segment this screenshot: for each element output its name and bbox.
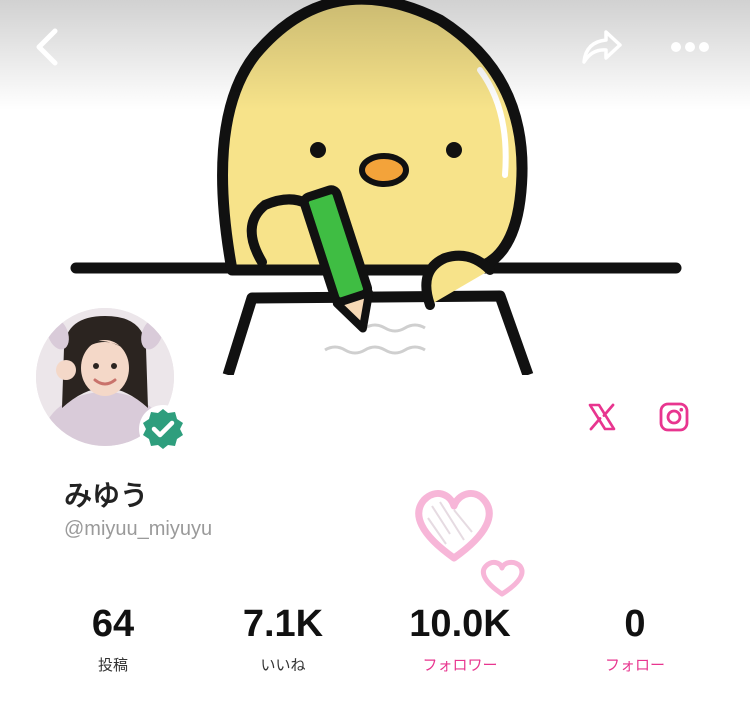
- user-handle: @miyuu_miyuyu: [64, 518, 213, 540]
- verified-badge: [138, 404, 188, 454]
- stat-value: 7.1K: [242, 603, 324, 645]
- x-link-button[interactable]: [577, 392, 627, 442]
- stat-label: いいね: [260, 656, 306, 674]
- hearts-sticker-icon: [415, 489, 525, 597]
- verified-check-icon: [139, 405, 187, 453]
- stat-followers[interactable]: 10.0K フォロワー: [375, 598, 545, 676]
- stat-likes[interactable]: 7.1K いいね: [198, 598, 368, 676]
- back-button[interactable]: [18, 22, 78, 72]
- stat-value: 64: [91, 603, 135, 645]
- stat-label: 投稿: [97, 656, 128, 674]
- x-icon: [588, 403, 616, 431]
- chevron-left-icon: [36, 28, 58, 66]
- cover-gradient: [0, 0, 750, 110]
- stat-posts[interactable]: 64 投稿: [28, 598, 198, 676]
- stat-label: フォロワー: [422, 656, 498, 674]
- more-options-button[interactable]: [660, 22, 720, 72]
- stat-label: フォロー: [604, 656, 665, 674]
- instagram-icon: [659, 402, 689, 432]
- profile-stats: 64 投稿 7.1K いいね 10.0K フォロワー 0 フォロー: [0, 598, 750, 688]
- stat-value: 10.0K: [409, 603, 511, 645]
- instagram-link-button[interactable]: [649, 392, 699, 442]
- display-name: みゆう: [64, 479, 149, 512]
- stat-following[interactable]: 0 フォロー: [550, 598, 720, 676]
- more-dots-icon: [671, 42, 709, 52]
- share-button[interactable]: [572, 22, 632, 72]
- share-icon: [582, 30, 622, 64]
- stat-value: 0: [624, 603, 646, 645]
